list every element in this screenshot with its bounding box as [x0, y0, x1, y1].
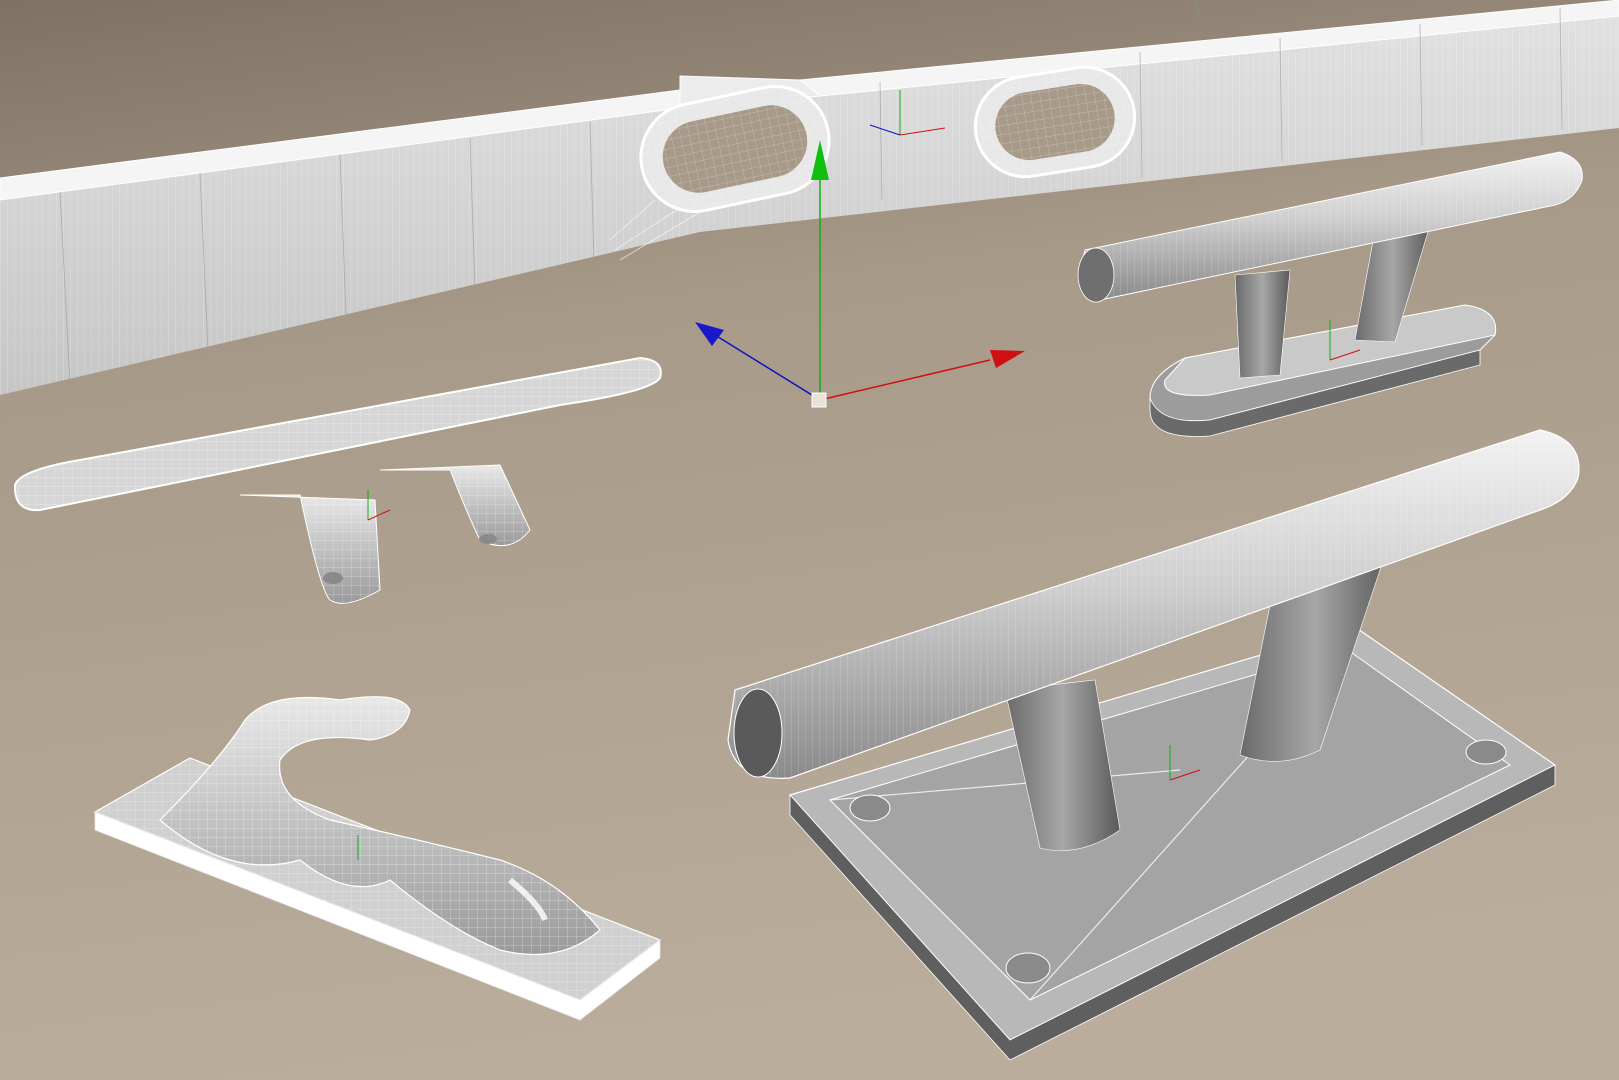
bolt-hole-icon — [1465, 739, 1507, 765]
scene-canvas[interactable] — [0, 0, 1619, 1080]
3d-viewport[interactable] — [0, 0, 1619, 1080]
bolt-hole-icon — [1005, 952, 1051, 984]
pivot-box-icon[interactable] — [811, 392, 827, 408]
bolt-hole-icon — [849, 794, 891, 822]
